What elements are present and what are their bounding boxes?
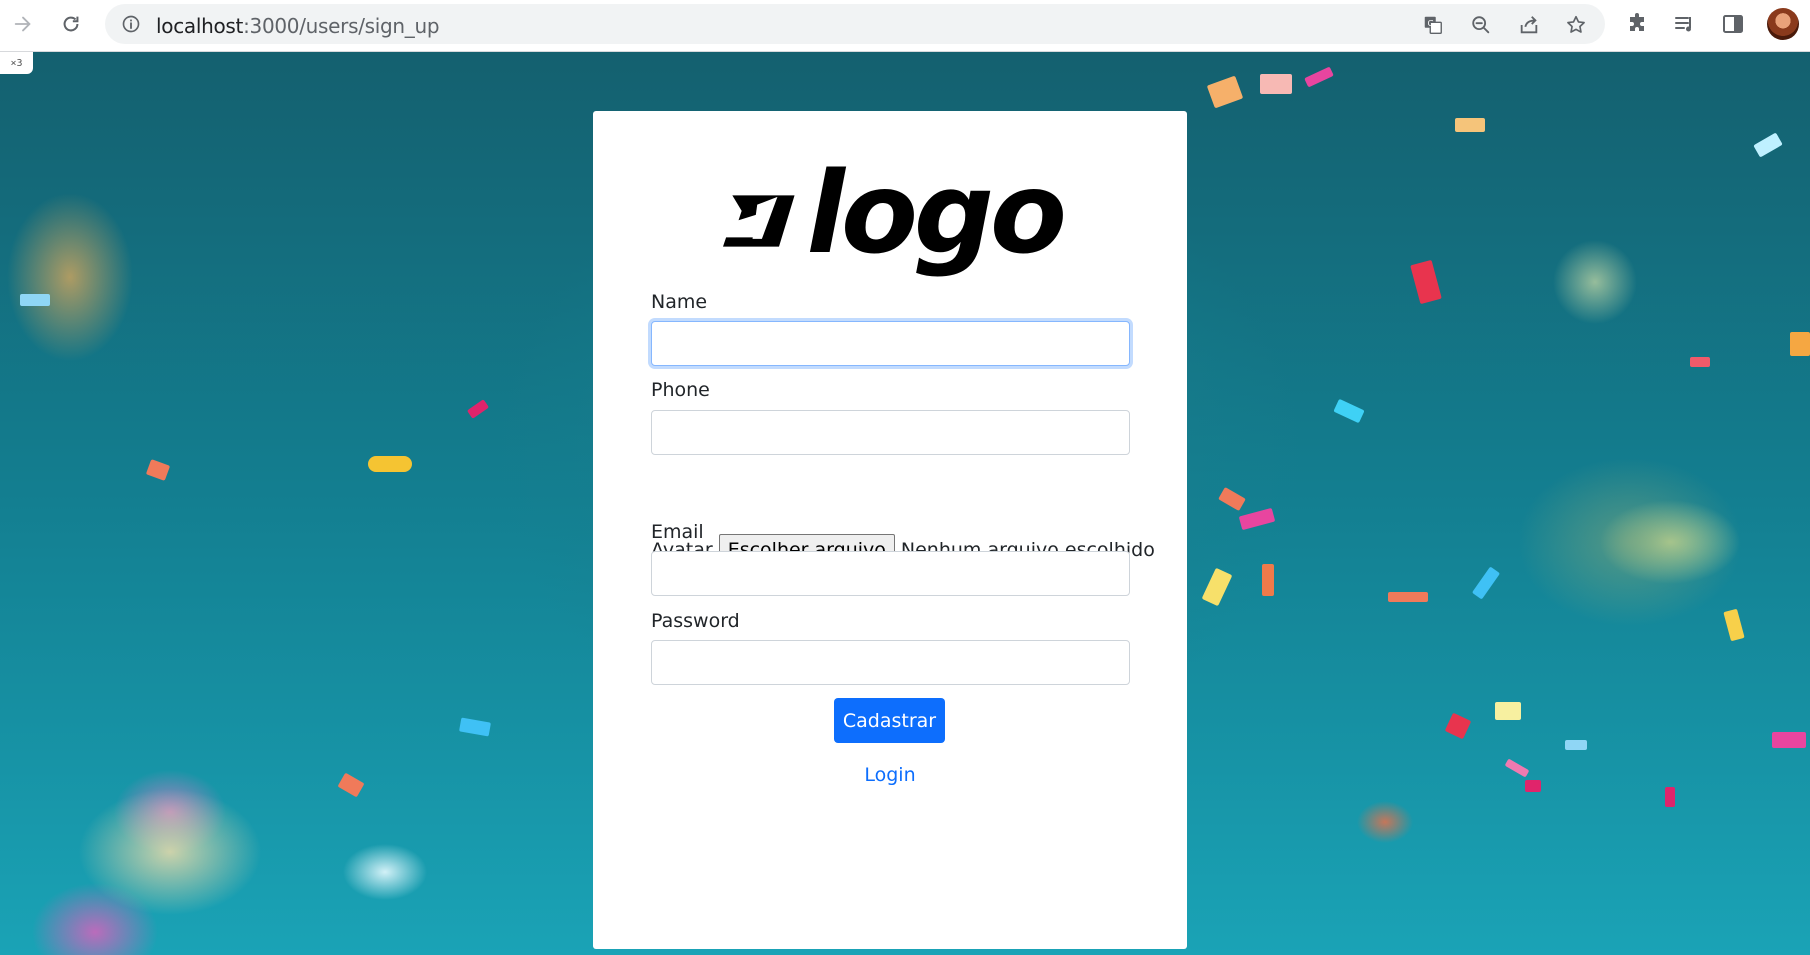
- url-text[interactable]: localhost:3000/users/sign_up: [156, 14, 440, 38]
- confetti-piece: [1388, 592, 1428, 602]
- confetti-piece: [1665, 787, 1675, 807]
- media-queue-icon[interactable]: [1673, 12, 1697, 36]
- zoom-out-icon[interactable]: [1470, 14, 1492, 36]
- confetti-piece: [1790, 332, 1810, 356]
- confetti-piece: [1471, 566, 1501, 600]
- confetti-piece: [1455, 118, 1485, 132]
- signup-card: logo Name Phone Avatar Escolher arquivo …: [593, 111, 1187, 949]
- confetti-piece: [1504, 758, 1530, 778]
- profile-avatar[interactable]: [1767, 8, 1799, 40]
- confetti-piece: [1218, 486, 1246, 512]
- confetti-piece: [1495, 702, 1521, 720]
- confetti-piece: [1525, 780, 1541, 792]
- confetti-piece: [1262, 564, 1274, 596]
- confetti-piece: [20, 294, 50, 306]
- tab-count-tag: ×3: [0, 52, 33, 74]
- email-input[interactable]: [651, 551, 1130, 596]
- url-host: localhost: [156, 14, 244, 38]
- logo-wordmark: logo: [806, 149, 1067, 279]
- confetti-piece: [1304, 66, 1334, 88]
- url-path: :3000/users/sign_up: [243, 14, 440, 38]
- arrow-right-icon: [14, 16, 31, 32]
- confetti-piece: [1565, 740, 1587, 750]
- confetti-piece: [1723, 608, 1745, 642]
- confetti-piece: [1753, 132, 1783, 158]
- browser-toolbar: localhost:3000/users/sign_up G: [0, 0, 1810, 52]
- login-link[interactable]: Login: [593, 764, 1187, 786]
- name-label: Name: [651, 291, 708, 313]
- cadastrar-button[interactable]: Cadastrar: [834, 698, 945, 743]
- confetti-piece: [1260, 74, 1292, 94]
- confetti-piece: [466, 399, 490, 419]
- confetti-piece: [1410, 259, 1442, 305]
- name-input[interactable]: [651, 321, 1130, 366]
- side-panel-icon[interactable]: [1721, 12, 1745, 36]
- share-icon[interactable]: [1518, 14, 1540, 36]
- phone-label: Phone: [651, 379, 710, 401]
- address-bar[interactable]: localhost:3000/users/sign_up G: [105, 4, 1605, 44]
- confetti-piece: [145, 459, 171, 481]
- password-input[interactable]: [651, 640, 1130, 685]
- extensions-puzzle-icon[interactable]: [1625, 12, 1649, 36]
- brand-logo: logo: [723, 158, 1067, 276]
- forward-button[interactable]: [8, 9, 38, 39]
- confetti-piece: [1690, 357, 1710, 367]
- phone-input[interactable]: [651, 410, 1130, 455]
- confetti-piece: [1333, 398, 1365, 424]
- confetti-piece: [368, 456, 412, 472]
- info-icon[interactable]: [121, 14, 141, 34]
- confetti-piece: [459, 717, 491, 737]
- confetti-piece: [1201, 567, 1233, 607]
- page-background: ×3 logo Name Phone Avatar Escolher arqui…: [0, 52, 1810, 955]
- confetti-piece: [1444, 712, 1472, 740]
- confetti-piece: [337, 772, 365, 798]
- reload-icon: [63, 16, 79, 32]
- logo-mark-icon: [723, 195, 795, 247]
- svg-text:G: G: [1428, 18, 1434, 28]
- bookmark-star-icon[interactable]: [1565, 14, 1587, 36]
- confetti-piece: [1206, 75, 1244, 109]
- email-label: Email: [651, 521, 704, 543]
- password-label: Password: [651, 610, 740, 632]
- confetti-piece: [1772, 732, 1806, 748]
- translate-icon[interactable]: G: [1422, 14, 1444, 36]
- reload-button[interactable]: [56, 9, 86, 39]
- confetti-piece: [1238, 507, 1276, 531]
